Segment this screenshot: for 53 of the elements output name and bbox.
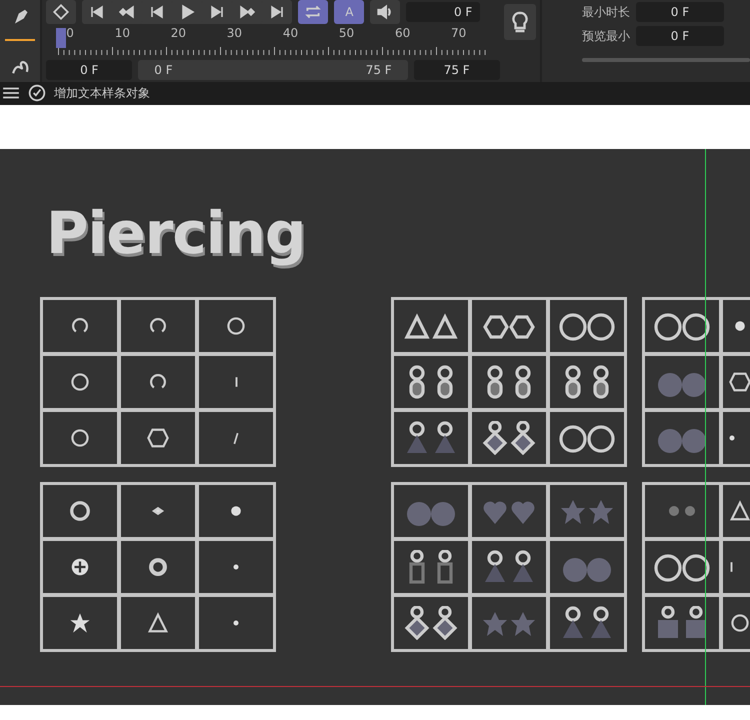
ring-icon [225,315,247,338]
first-frame-icon [89,4,106,20]
ring-icon [69,427,91,450]
current-frame-field[interactable]: 0 F [406,2,480,22]
thick-ring-icon [147,556,169,578]
ruler-label: 20 [170,26,186,40]
check-circle-icon [28,84,46,102]
dot-icon [729,435,735,442]
ruler-label: 30 [226,26,242,40]
loop-icon [304,3,322,21]
hoop-icon [69,500,91,522]
line-style-icon [5,38,36,42]
stud-earrings-drawing [668,505,696,518]
ring-icon [69,371,91,394]
setting-field[interactable]: 0 F [636,2,724,22]
sound-button[interactable] [370,0,400,24]
hexagon-icon [147,427,169,450]
setting-label: 预览最小 [582,28,630,44]
end-frame-field[interactable]: 75 F [414,60,500,80]
dot-icon [233,564,239,570]
playhead[interactable] [56,28,66,48]
ring-icon [729,612,750,634]
range-slider[interactable]: 0 F 75 F [138,60,408,80]
status-message: 增加文本样条对象 [54,84,150,102]
setting-field[interactable]: 0 F [636,26,724,46]
bar-icon [234,376,238,388]
piercing-title: Piercing [46,199,306,268]
triangle-icon [729,500,750,522]
lightbulb-button[interactable] [504,4,536,40]
previous-key-icon [119,4,136,20]
triangle-icon [147,612,169,634]
previous-frame-icon [149,4,166,20]
keyframe-button[interactable] [46,0,76,24]
play-icon [179,4,196,20]
diamond-icon [52,3,70,21]
hexagon-icon [729,371,750,394]
setting-label: 最小时长 [582,4,630,20]
ruler-label: 40 [282,26,298,40]
last-frame-icon [269,4,286,20]
next-frame-icon [209,4,226,20]
ruler-label: 70 [450,26,466,40]
loop-button[interactable] [298,0,328,24]
bar-icon [729,561,734,574]
ruler-label: 60 [394,26,410,40]
start-frame-field[interactable]: 0 F [46,60,132,80]
ruler-label: 50 [338,26,354,40]
star-icon [69,612,91,634]
dot-icon [233,620,239,626]
line-icon [233,432,239,445]
next-key-icon [239,4,256,20]
ruler-label: 0 [66,26,74,40]
ruler-label: 10 [114,26,130,40]
scrollbar[interactable] [582,58,750,62]
